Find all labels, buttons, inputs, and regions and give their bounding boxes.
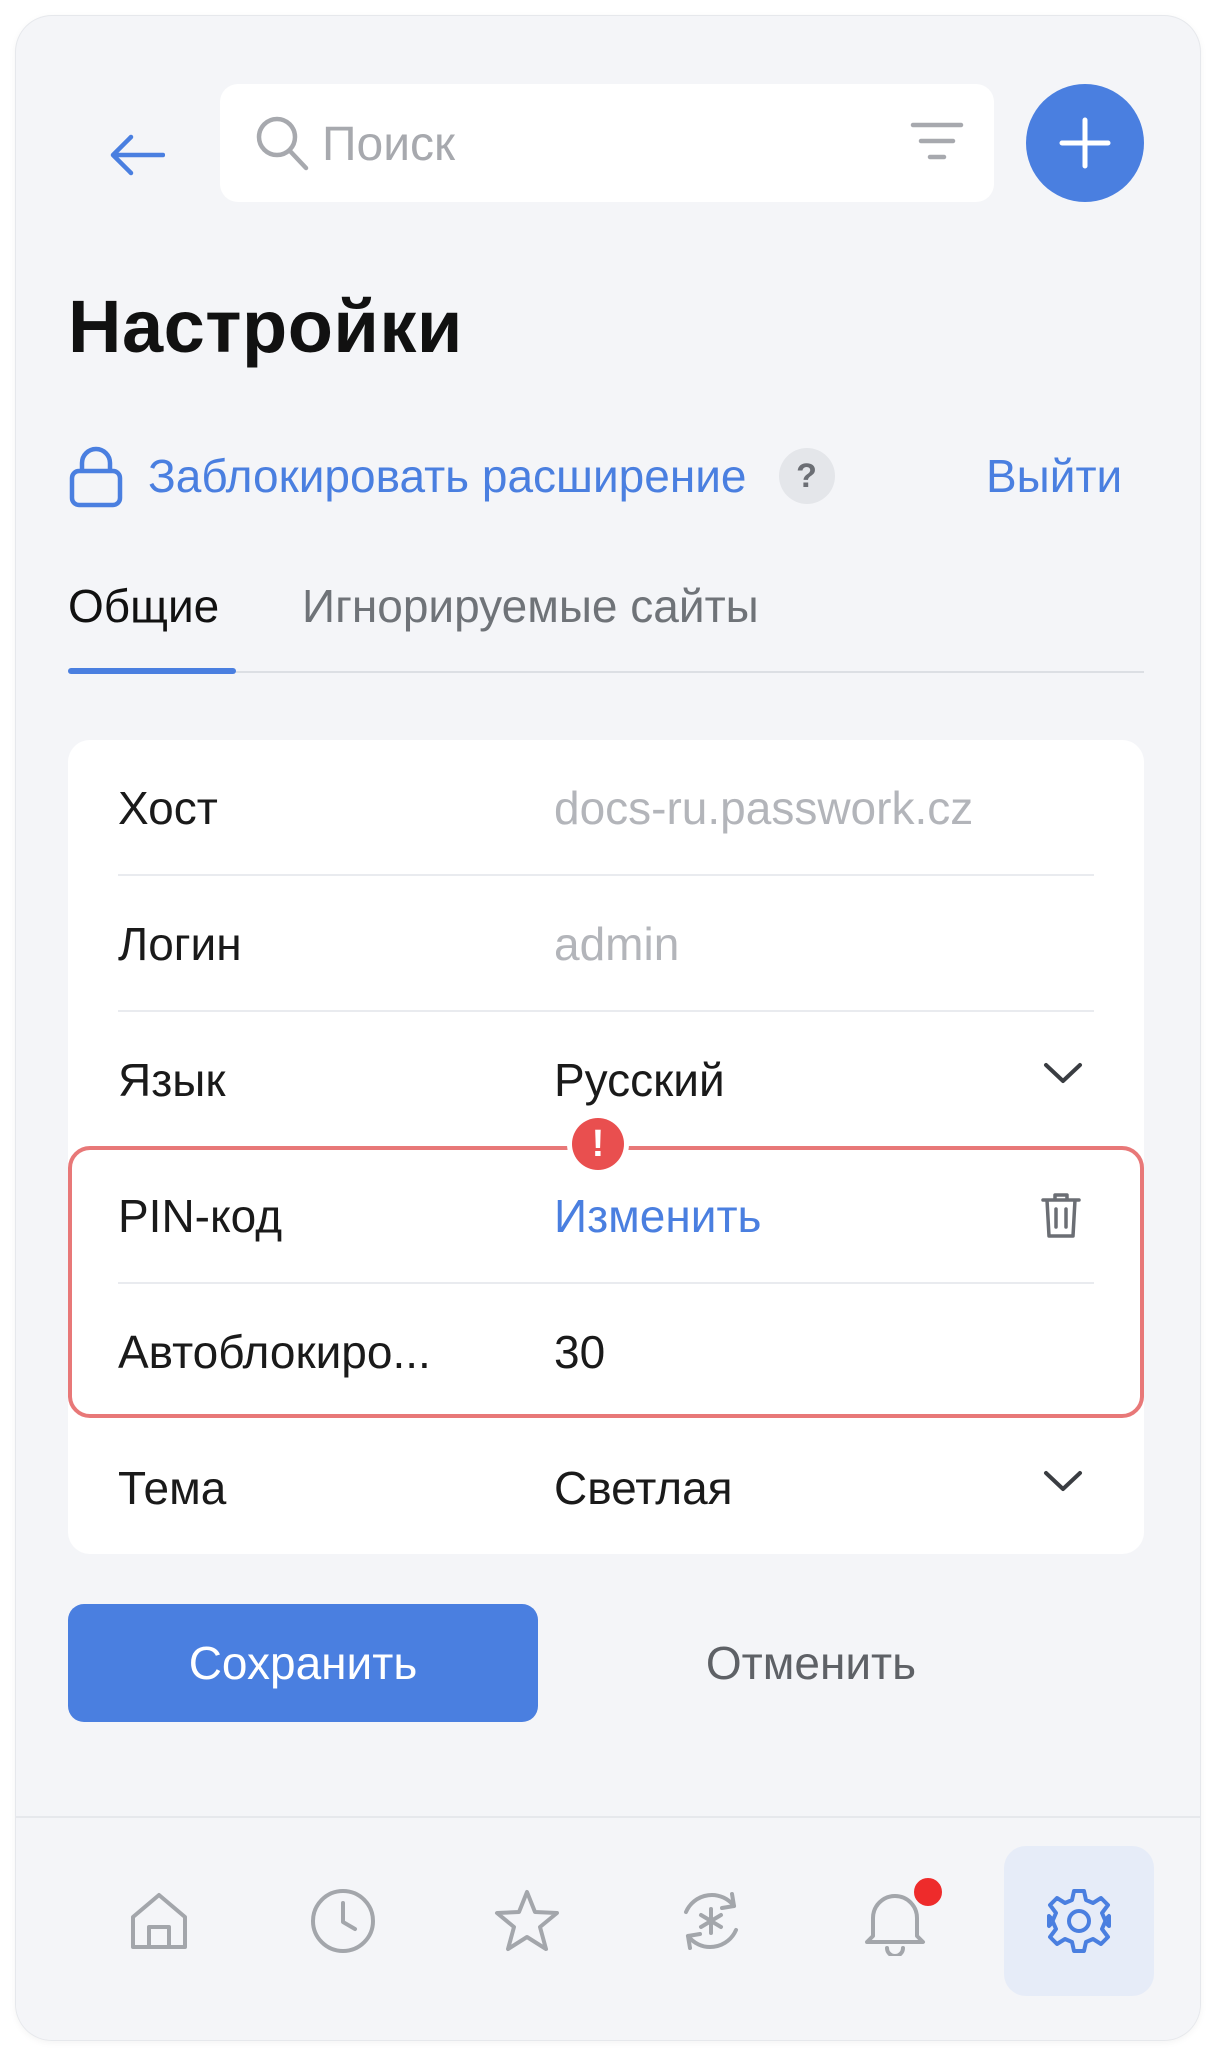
nav-favorites[interactable] (452, 1846, 602, 1996)
star-icon (495, 1890, 559, 1951)
warning-badge: ! (572, 1118, 624, 1170)
login-value: admin (554, 918, 680, 970)
extension-panel: Настройки Заблокировать расширение ? Вый… (16, 16, 1200, 2040)
setting-row-host: Хост docs-ru.passwork.cz (68, 740, 1144, 876)
search-box[interactable] (220, 84, 994, 202)
home-icon (131, 1893, 187, 1949)
nav-recent[interactable] (268, 1846, 418, 1996)
nav-notifications[interactable] (820, 1846, 970, 1996)
add-button[interactable] (1026, 84, 1144, 202)
trash-icon[interactable] (1040, 1190, 1082, 1240)
change-pin-link[interactable]: Изменить (554, 1148, 762, 1284)
gear-icon (1047, 1889, 1111, 1953)
host-value: docs-ru.passwork.cz (554, 782, 974, 834)
password-generator-icon (684, 1892, 738, 1950)
tab-general[interactable]: Общие (68, 576, 219, 636)
setting-row-autolock: Автоблокиро... 30 (68, 1284, 1144, 1420)
notification-dot (910, 1874, 946, 1910)
clock-icon (311, 1889, 375, 1953)
cancel-button[interactable]: Отменить (576, 1604, 1046, 1722)
search-input[interactable] (320, 104, 884, 184)
setting-row-login: Логин admin (68, 876, 1144, 1012)
active-tab-indicator (68, 668, 236, 674)
lock-extension-row: Заблокировать расширение ? (68, 436, 835, 516)
theme-label: Тема (118, 1462, 227, 1514)
autolock-label: Автоблокиро... (118, 1326, 431, 1378)
back-button[interactable] (92, 120, 182, 190)
search-icon (256, 116, 309, 171)
language-label: Язык (118, 1054, 226, 1106)
nav-password-generator[interactable] (636, 1846, 786, 1996)
nav-home[interactable] (84, 1846, 234, 1996)
filter-icon[interactable] (910, 120, 964, 162)
lock-icon (69, 446, 123, 508)
autolock-input[interactable]: 30 (554, 1284, 605, 1420)
chevron-down-icon[interactable] (1042, 1060, 1084, 1086)
lock-extension-link[interactable]: Заблокировать расширение (148, 449, 747, 503)
tab-ignored-sites[interactable]: Игнорируемые сайты (302, 576, 759, 636)
bottom-navigation (16, 1816, 1200, 2040)
plus-icon (1059, 117, 1111, 169)
nav-settings[interactable] (1004, 1846, 1154, 1996)
save-button[interactable]: Сохранить (68, 1604, 538, 1722)
setting-row-theme[interactable]: Тема Светлая (68, 1420, 1144, 1556)
theme-select[interactable]: Светлая (554, 1420, 733, 1556)
login-label: Логин (118, 918, 242, 970)
pin-label: PIN-код (118, 1190, 283, 1242)
host-label: Хост (118, 782, 218, 834)
help-badge[interactable]: ? (778, 448, 835, 504)
arrow-left-icon (110, 134, 165, 176)
page-title: Настройки (68, 285, 463, 368)
logout-link[interactable]: Выйти (986, 436, 1122, 516)
chevron-down-icon[interactable] (1042, 1468, 1084, 1494)
